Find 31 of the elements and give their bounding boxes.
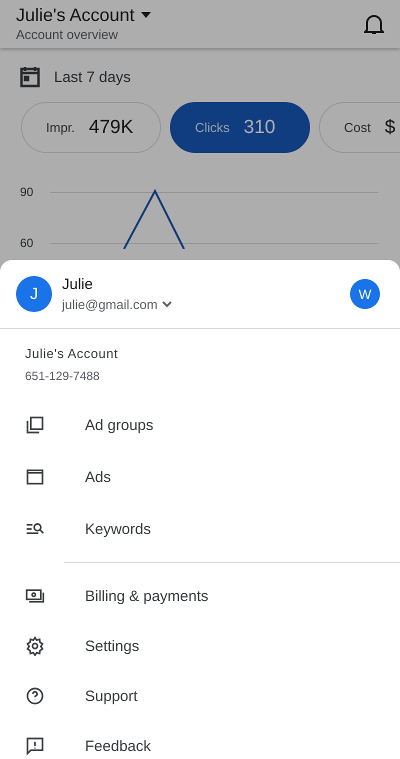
menu-item[interactable]: Settings xyxy=(0,621,400,671)
menu-item[interactable]: Ads xyxy=(0,451,400,503)
metric-chip[interactable]: Cost $ xyxy=(319,102,400,153)
date-range-label[interactable]: Last 7 days xyxy=(54,68,131,86)
page-subtitle: Account overview xyxy=(16,26,118,42)
feedback-icon xyxy=(25,736,45,756)
user-email[interactable]: julie@gmail.com xyxy=(62,297,158,312)
account-name: Julie's Account xyxy=(25,346,120,360)
calendar-icon[interactable] xyxy=(20,66,40,88)
help-icon xyxy=(25,686,45,706)
line-chart-drawing xyxy=(122,189,186,249)
account-title[interactable]: Julie's Account xyxy=(16,4,135,26)
menu-item[interactable]: Support xyxy=(0,671,400,721)
dropdown-icon[interactable] xyxy=(140,12,151,18)
metric-chip[interactable]: Impr. 479K xyxy=(21,102,161,153)
account-id: 651-129-7488 xyxy=(25,368,101,382)
axis-tick-label: 60 xyxy=(20,236,34,250)
user-name: Julie xyxy=(62,276,94,293)
notification-bell-icon[interactable] xyxy=(364,13,384,35)
user-avatar: J xyxy=(16,276,52,312)
menu-item[interactable]: Ad groups xyxy=(0,399,400,451)
menu-item[interactable]: Billing & payments xyxy=(0,571,400,621)
settings-icon xyxy=(25,636,45,656)
axis-tick-label: 90 xyxy=(20,185,34,199)
chevron-down-icon[interactable] xyxy=(162,301,172,308)
menu-item[interactable]: Keywords xyxy=(0,503,400,555)
window-icon xyxy=(25,467,45,487)
metric-chip[interactable]: Clicks 310 xyxy=(170,102,310,153)
stacked-squares-icon xyxy=(25,415,45,435)
account-switch-avatar[interactable]: W xyxy=(350,279,380,309)
menu-item[interactable]: Feedback xyxy=(0,721,400,759)
